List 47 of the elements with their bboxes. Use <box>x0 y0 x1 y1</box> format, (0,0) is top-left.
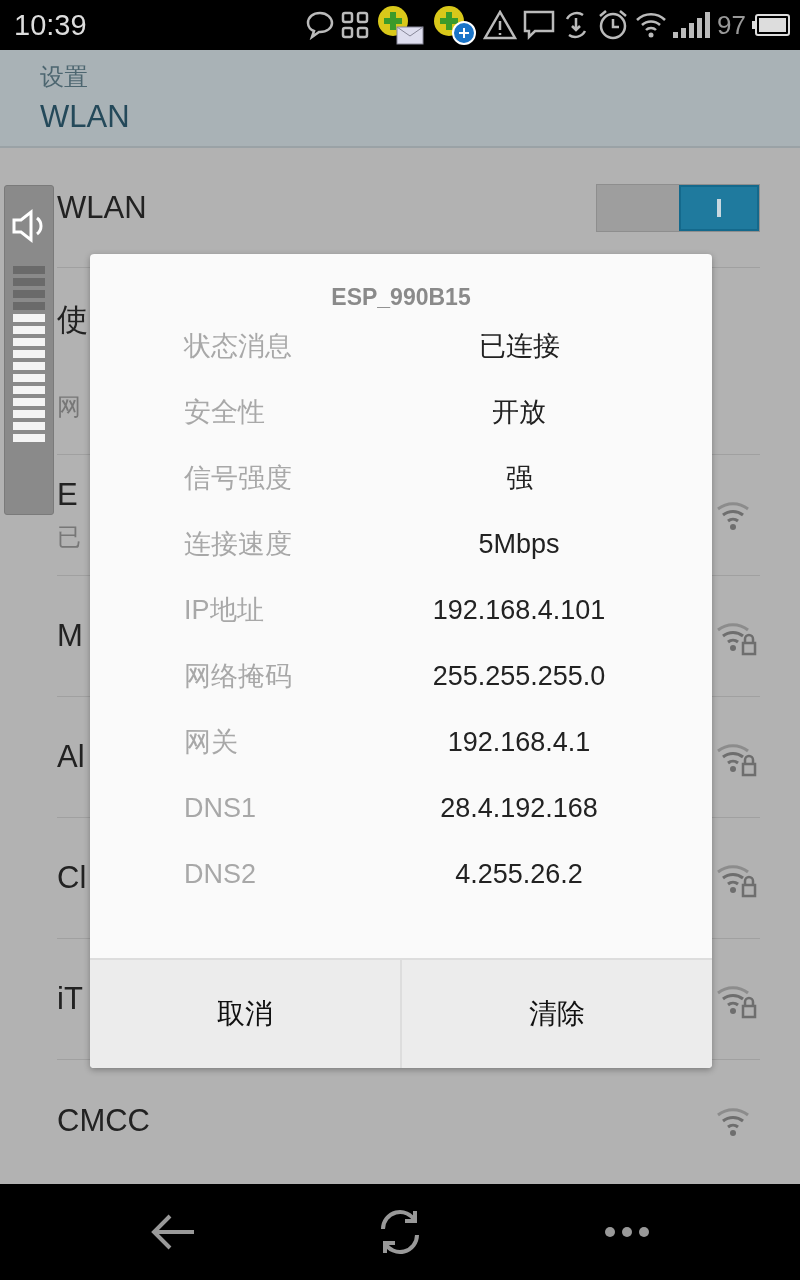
network-name[interactable]: Al <box>57 739 85 775</box>
battery-icon <box>752 14 790 36</box>
network-name[interactable]: E <box>57 477 81 513</box>
field-label: 安全性 <box>184 396 265 429</box>
network-name[interactable]: M <box>57 618 83 654</box>
field-value: 255.255.255.0 <box>432 660 606 692</box>
back-icon[interactable] <box>149 1213 196 1251</box>
chat-bubble-icon <box>305 10 336 40</box>
more-icon[interactable] <box>604 1226 651 1238</box>
cancel-button[interactable]: 取消 <box>90 960 400 1068</box>
dialog-title: ESP_990B15 <box>331 284 471 311</box>
field-label: DNS2 <box>184 858 257 890</box>
battery-percent: 97 <box>717 9 746 41</box>
field-value: 4.255.26.2 <box>455 858 583 890</box>
field-value: 28.4.192.168 <box>440 792 598 824</box>
clock-time: 10:39 <box>14 8 87 42</box>
field-label: 状态消息 <box>184 330 292 363</box>
field-value: 5Mbps <box>478 528 560 560</box>
field-value: 已连接 <box>478 330 560 363</box>
field-value: 强 <box>505 462 533 495</box>
wifi-icon <box>635 10 668 40</box>
network-name[interactable]: iT <box>57 981 83 1017</box>
network-name[interactable]: Cl <box>57 860 87 896</box>
row-subtitle: 网 <box>57 392 82 423</box>
message-icon <box>523 10 556 40</box>
clear-button[interactable]: 清除 <box>400 960 712 1068</box>
wlan-switch[interactable] <box>596 183 760 232</box>
setting-label[interactable]: 使 <box>57 299 88 341</box>
field-label: IP地址 <box>184 594 264 627</box>
volume-meter[interactable] <box>13 266 45 442</box>
setting-label: WLAN <box>57 189 147 226</box>
row-subtitle: 已 <box>57 522 81 553</box>
field-value: 192.168.4.101 <box>432 594 606 626</box>
grid-icon <box>341 11 370 39</box>
field-value: 开放 <box>492 396 546 429</box>
network-name[interactable]: CMCC <box>57 1103 150 1139</box>
signal-icon <box>673 12 712 38</box>
field-label: 连接速度 <box>184 528 292 561</box>
sync-badge-icon <box>431 4 478 46</box>
mail-badge-icon <box>375 5 426 45</box>
field-label: DNS1 <box>184 792 257 824</box>
field-label: 网络掩码 <box>184 660 292 693</box>
page-title: WLAN <box>40 99 130 135</box>
field-label: 信号强度 <box>184 462 292 495</box>
warning-icon <box>483 10 518 40</box>
field-label: 网关 <box>184 726 238 759</box>
field-value: 192.168.4.1 <box>447 726 591 758</box>
